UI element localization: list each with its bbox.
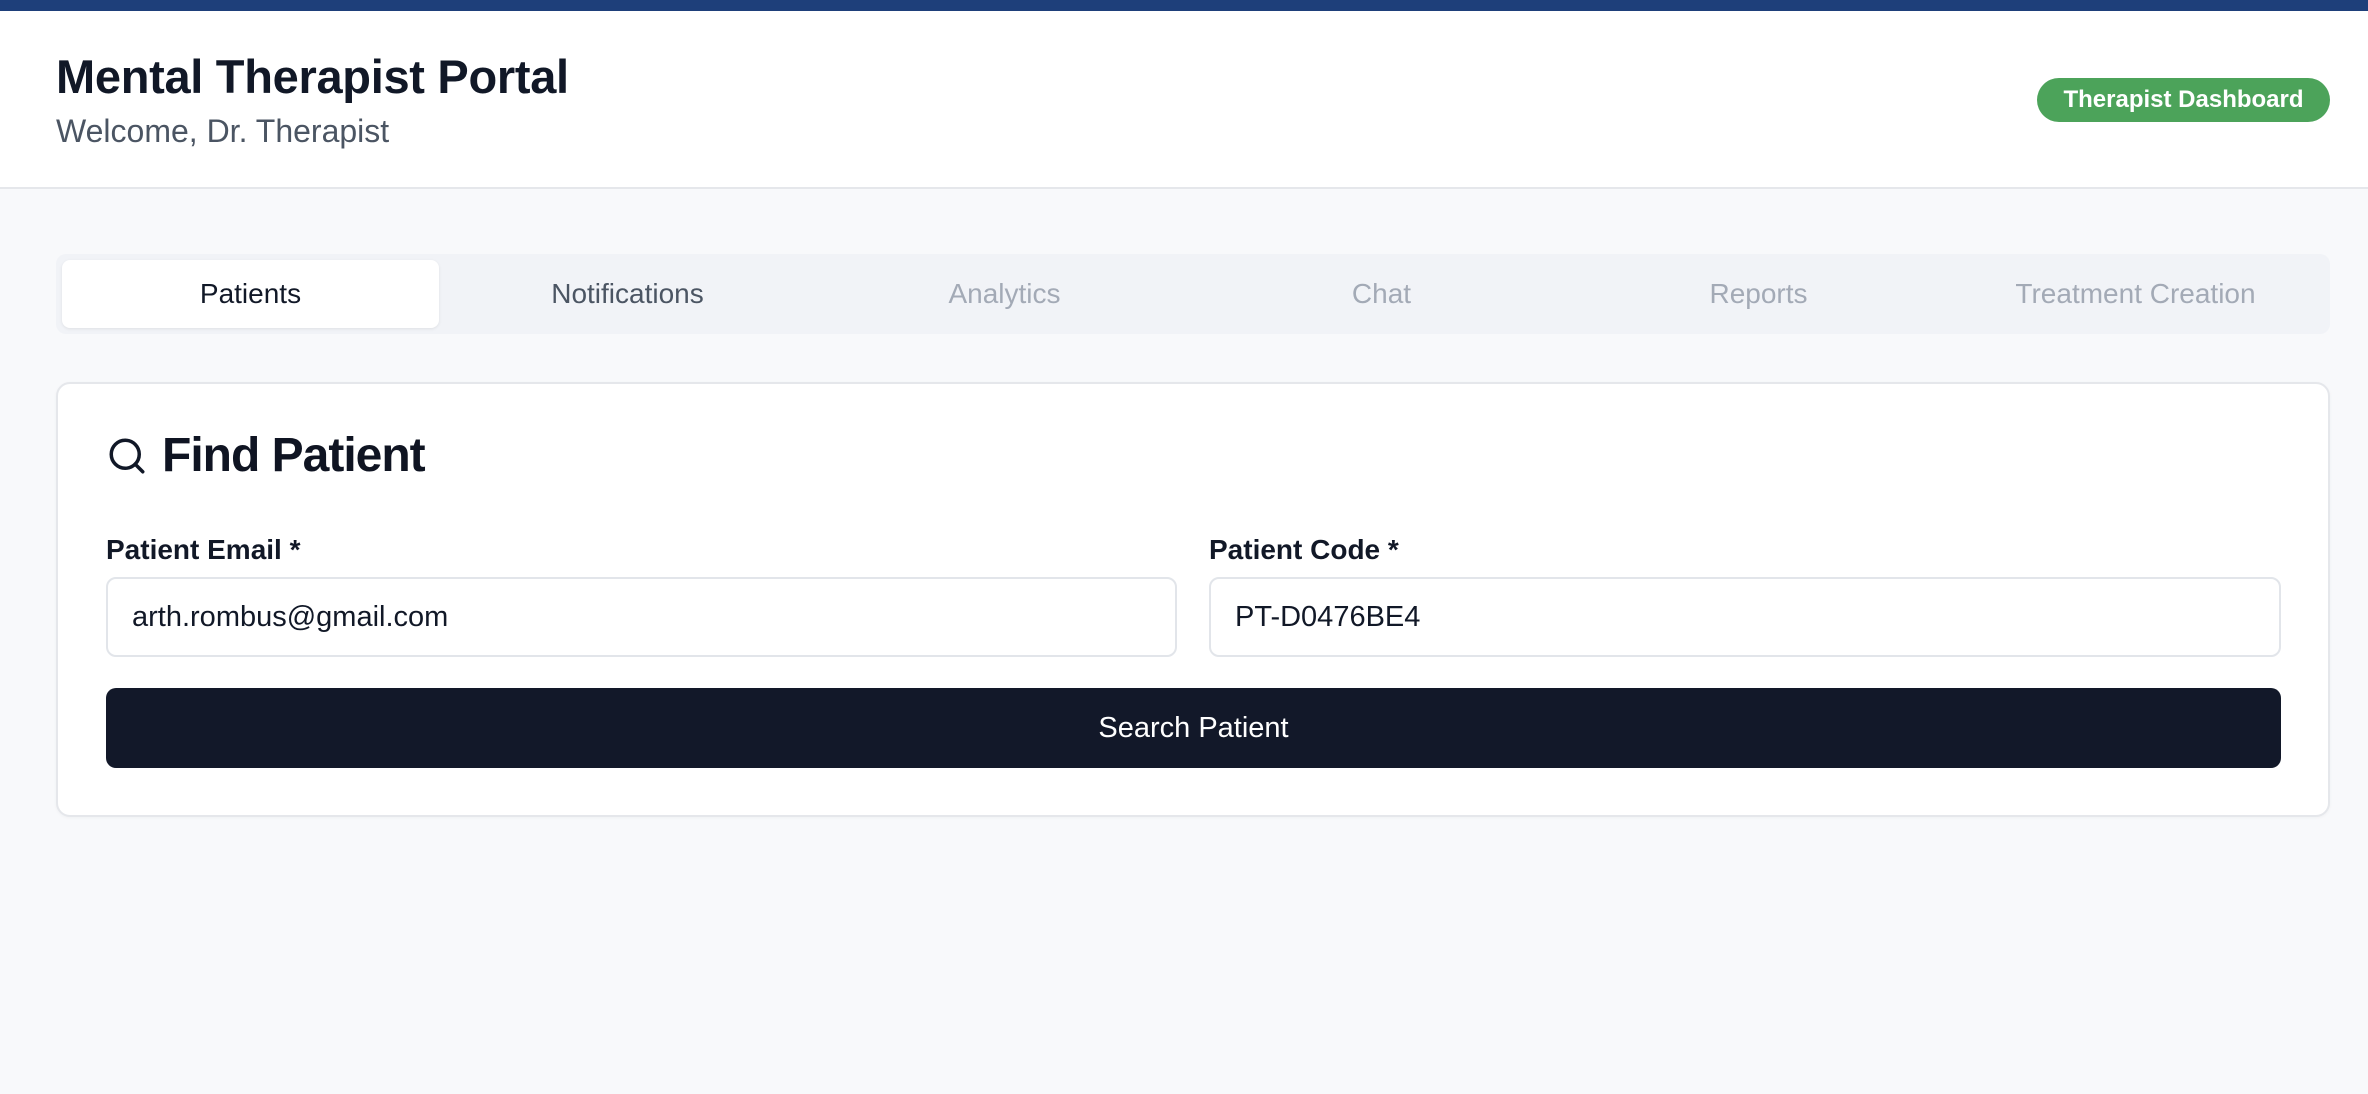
search-icon — [109, 438, 145, 473]
tab-bar: Patients Notifications Analytics Chat Re… — [56, 254, 2330, 334]
page-title: Mental Therapist Portal — [56, 50, 569, 103]
tab-reports[interactable]: Reports — [1570, 260, 1947, 328]
tab-chat[interactable]: Chat — [1193, 260, 1570, 328]
app-header: Mental Therapist Portal Welcome, Dr. The… — [0, 11, 2368, 189]
card-title: Find Patient — [162, 429, 426, 482]
patient-email-input[interactable] — [106, 577, 1177, 657]
role-badge: Therapist Dashboard — [2037, 78, 2330, 122]
tab-patients[interactable]: Patients — [62, 260, 439, 328]
find-patient-card: Find Patient Patient Email * Patient Cod… — [56, 382, 2330, 817]
tab-notifications[interactable]: Notifications — [439, 260, 816, 328]
tab-treatment-creation[interactable]: Treatment Creation — [1947, 260, 2324, 328]
patient-code-label: Patient Code * — [1209, 534, 1399, 565]
search-patient-button[interactable]: Search Patient — [106, 688, 2281, 768]
patient-code-input[interactable] — [1209, 577, 2281, 657]
patient-email-label: Patient Email * — [106, 534, 301, 565]
tab-analytics[interactable]: Analytics — [816, 260, 1193, 328]
top-accent-bar — [0, 0, 2368, 11]
welcome-text: Welcome, Dr. Therapist — [56, 113, 390, 149]
card-header: Find Patient — [106, 428, 426, 483]
